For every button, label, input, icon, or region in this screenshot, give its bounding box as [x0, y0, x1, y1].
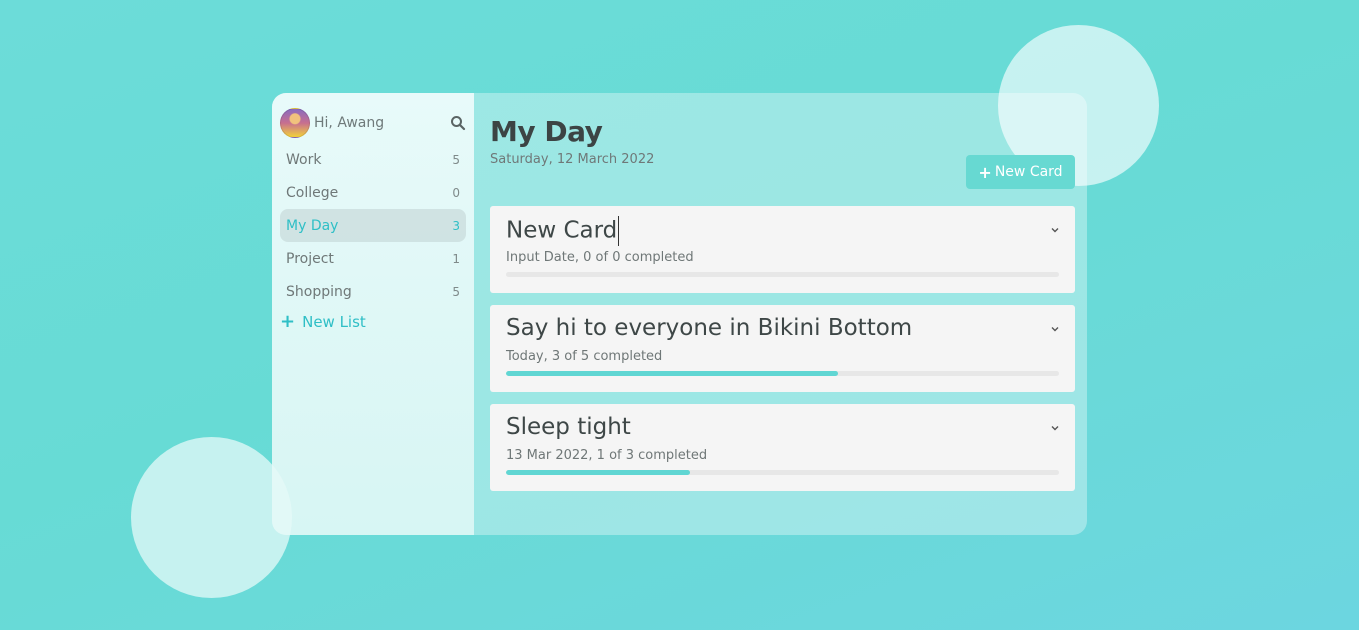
- new-list-button[interactable]: + New List: [280, 312, 466, 332]
- new-card-label: New Card: [994, 164, 1063, 180]
- search-icon[interactable]: [450, 115, 466, 131]
- plus-icon: +: [280, 311, 296, 332]
- task-card[interactable]: Sleep tight 13 Mar 2022, 1 of 3 complete…: [490, 404, 1075, 491]
- user-row: Hi, Awang: [280, 107, 466, 139]
- card-title: Sleep tight: [506, 414, 631, 440]
- chevron-down-icon[interactable]: [1049, 422, 1061, 434]
- sidebar-item-my-day[interactable]: My Day 3: [280, 209, 466, 242]
- sidebar-item-label: College: [286, 184, 339, 201]
- sidebar-item-count: 5: [452, 152, 460, 167]
- sidebar-item-label: Project: [286, 250, 334, 267]
- progress-bar: [506, 371, 1059, 376]
- sidebar-item-count: 3: [452, 218, 460, 233]
- card-title: Say hi to everyone in Bikini Bottom: [506, 315, 913, 341]
- main-panel: My Day Saturday, 12 March 2022 + New Car…: [474, 93, 1087, 535]
- app-window: Hi, Awang Work 5 College 0 My Day 3 Proj…: [272, 93, 1087, 535]
- new-list-label: New List: [302, 313, 366, 331]
- card-meta: Input Date, 0 of 0 completed: [506, 250, 694, 265]
- task-card[interactable]: Say hi to everyone in Bikini Bottom Toda…: [490, 305, 1075, 392]
- progress-fill: [506, 371, 838, 376]
- greeting: Hi, Awang: [314, 115, 385, 131]
- progress-fill: [506, 470, 691, 475]
- page-title: My Day: [490, 115, 603, 148]
- sidebar-item-label: Shopping: [286, 283, 352, 300]
- sidebar-item-count: 1: [452, 251, 460, 266]
- avatar[interactable]: [280, 108, 310, 138]
- card-meta: 13 Mar 2022, 1 of 3 completed: [506, 448, 708, 463]
- task-card[interactable]: New Card Input Date, 0 of 0 completed: [490, 206, 1075, 293]
- sidebar: Hi, Awang Work 5 College 0 My Day 3 Proj…: [272, 93, 474, 535]
- new-card-button[interactable]: + New Card: [966, 155, 1075, 189]
- card-list: New Card Input Date, 0 of 0 completed Sa…: [490, 206, 1075, 503]
- sidebar-item-label: Work: [286, 151, 322, 168]
- card-title: New Card: [506, 217, 618, 244]
- list-nav: Work 5 College 0 My Day 3 Project 1 Shop…: [280, 143, 466, 308]
- progress-bar: [506, 272, 1059, 277]
- text-cursor: [618, 216, 620, 246]
- progress-bar: [506, 470, 1059, 475]
- sidebar-item-count: 5: [452, 284, 460, 299]
- sidebar-item-college[interactable]: College 0: [280, 176, 466, 209]
- sidebar-item-label: My Day: [286, 217, 339, 234]
- decorative-bubble: [131, 437, 292, 598]
- plus-icon: +: [978, 162, 992, 182]
- card-title-input[interactable]: New Card: [506, 216, 1059, 248]
- sidebar-item-count: 0: [452, 185, 460, 200]
- sidebar-item-project[interactable]: Project 1: [280, 242, 466, 275]
- chevron-down-icon[interactable]: [1049, 224, 1061, 236]
- card-meta: Today, 3 of 5 completed: [506, 349, 663, 364]
- chevron-down-icon[interactable]: [1049, 323, 1061, 335]
- sidebar-item-shopping[interactable]: Shopping 5: [280, 275, 466, 308]
- sidebar-item-work[interactable]: Work 5: [280, 143, 466, 176]
